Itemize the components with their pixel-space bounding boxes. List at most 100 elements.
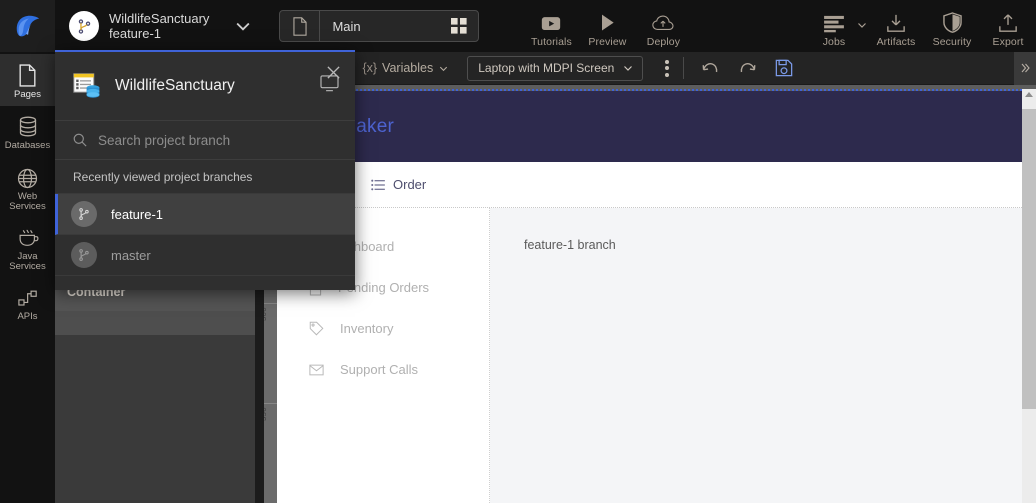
kebab-dot-1	[665, 60, 669, 64]
toolbar-right	[1014, 52, 1036, 84]
video-play-icon	[540, 16, 562, 33]
upload-box-icon	[998, 14, 1018, 33]
project-branch-selector[interactable]: WildlifeSanctuary feature-1	[55, 0, 265, 52]
branch-search-placeholder: Search project branch	[98, 133, 230, 148]
branch-search-input[interactable]: Search project branch	[55, 120, 355, 160]
security-button[interactable]: Security	[924, 12, 980, 52]
navitem-order-label: Order	[393, 177, 426, 192]
expand-panel-button[interactable]	[1014, 52, 1036, 85]
device-select[interactable]: Laptop with MDPI Screen	[467, 56, 643, 81]
sidebar-label-apis: APIs	[17, 312, 37, 322]
export-button[interactable]: Export	[980, 14, 1036, 52]
close-x-icon	[326, 65, 341, 80]
jobs-list-icon	[823, 15, 845, 33]
app-menu-support-calls[interactable]: Support Calls	[277, 349, 489, 390]
jobs-label: Jobs	[823, 36, 846, 48]
artifacts-button[interactable]: Artifacts	[868, 14, 924, 52]
branch-dropdown-panel: WildlifeSanctuary Search project branch …	[55, 50, 355, 290]
git-branch-icon	[77, 248, 91, 262]
chevron-down-icon	[622, 62, 634, 74]
security-label: Security	[933, 36, 972, 48]
tutorials-label: Tutorials	[531, 36, 572, 48]
jobs-button-wrap: Jobs	[806, 15, 868, 52]
kebab-dot-3	[665, 73, 669, 77]
branch-name: feature-1	[109, 26, 209, 41]
page-file-icon-wrap	[280, 11, 320, 41]
chevron-down-icon	[438, 63, 449, 74]
canvas-scrollbar-thumb[interactable]	[1022, 109, 1036, 409]
sidebar-item-databases[interactable]: Databases	[0, 106, 55, 158]
branch-item-master[interactable]: master	[55, 235, 355, 276]
sidebar-item-apis[interactable]: APIs	[0, 278, 55, 330]
app-body: ashboard Pending Orders Inventory	[277, 208, 1022, 503]
undo-button[interactable]	[692, 60, 729, 76]
deploy-label: Deploy	[647, 36, 680, 48]
api-nodes-icon	[17, 289, 39, 309]
branch-item-feature-1[interactable]: feature-1	[55, 194, 355, 235]
design-canvas: avemaker Order	[277, 85, 1036, 503]
chevron-double-right-icon	[1019, 62, 1031, 74]
chevron-down-icon	[233, 16, 253, 36]
grid-four-squares-glyph	[451, 18, 467, 34]
save-button[interactable]	[766, 59, 802, 77]
jobs-button[interactable]: Jobs	[806, 15, 862, 52]
sidebar-item-web-services[interactable]: WebServices	[0, 158, 55, 218]
jobs-chevron-down-icon[interactable]	[856, 18, 868, 36]
undo-arrow-icon	[701, 60, 720, 76]
shield-icon	[943, 12, 962, 33]
app-content-area[interactable]: feature-1 branch	[490, 208, 1022, 503]
app-menu-support-calls-label: Support Calls	[340, 362, 418, 377]
wavemaker-studio-window: WildlifeSanctuary feature-1 Main	[0, 0, 1036, 503]
branch-avatar	[71, 242, 97, 268]
tutorials-button[interactable]: Tutorials	[523, 16, 579, 52]
kebab-menu-icon[interactable]	[657, 56, 677, 81]
variables-label: Variables	[382, 61, 433, 75]
dropdown-project-title: WildlifeSanctuary	[115, 77, 306, 95]
variables-button[interactable]: {x} Variables	[362, 61, 449, 75]
grid-four-squares-icon[interactable]	[440, 11, 478, 41]
coffee-cup-icon	[17, 228, 39, 249]
redo-button[interactable]	[729, 60, 766, 76]
project-branch-chevron[interactable]	[233, 16, 253, 36]
app-content-text: feature-1 branch	[524, 238, 616, 252]
project-window-db-icon	[73, 73, 101, 99]
envelope-icon	[309, 364, 324, 376]
save-floppy-icon	[775, 59, 793, 77]
page-selector-chip[interactable]: Main	[279, 10, 479, 42]
sidebar-item-java-services[interactable]: JavaServices	[0, 218, 55, 278]
device-select-value: Laptop with MDPI Screen	[478, 61, 614, 75]
wavemaker-logo-button[interactable]	[0, 0, 55, 52]
top-actions-group: Tutorials Preview Deploy	[523, 0, 691, 52]
deploy-button[interactable]: Deploy	[635, 14, 691, 52]
database-cylinder-icon	[18, 116, 38, 138]
scroll-up-arrow-icon[interactable]	[1025, 92, 1033, 97]
app-navbar: Order	[277, 162, 1022, 208]
sidebar-item-pages[interactable]: Pages	[0, 54, 55, 106]
toolbar-divider	[683, 57, 684, 79]
branch-item-label: master	[111, 248, 151, 263]
sidebar-label-web-services: WebServices	[9, 192, 45, 213]
sidebar-label-java-services: JavaServices	[9, 252, 45, 273]
chevron-down-glyph	[856, 19, 868, 31]
dropdown-header: WildlifeSanctuary	[55, 52, 355, 106]
canvas-page-preview[interactable]: avemaker Order	[277, 91, 1022, 503]
canvas-scrollbar[interactable]	[1022, 89, 1036, 503]
export-label: Export	[993, 36, 1024, 48]
tag-icon	[309, 321, 324, 336]
page-chip-label: Main	[320, 19, 440, 34]
git-branch-icon	[76, 18, 93, 35]
wavemaker-logo	[13, 11, 43, 41]
close-button[interactable]	[321, 60, 345, 84]
navitem-order[interactable]: Order	[371, 177, 426, 192]
preview-button[interactable]: Preview	[579, 13, 635, 52]
kebab-dot-2	[665, 66, 669, 70]
download-box-icon	[886, 14, 906, 33]
branch-avatar	[71, 201, 97, 227]
branch-avatar	[69, 11, 99, 41]
palette-section-body	[55, 311, 255, 335]
app-menu-inventory-label: Inventory	[340, 321, 393, 336]
top-bar: WildlifeSanctuary feature-1 Main	[0, 0, 1036, 52]
globe-icon	[17, 168, 38, 189]
list-lines-icon	[371, 179, 385, 191]
app-menu-inventory[interactable]: Inventory	[277, 308, 489, 349]
